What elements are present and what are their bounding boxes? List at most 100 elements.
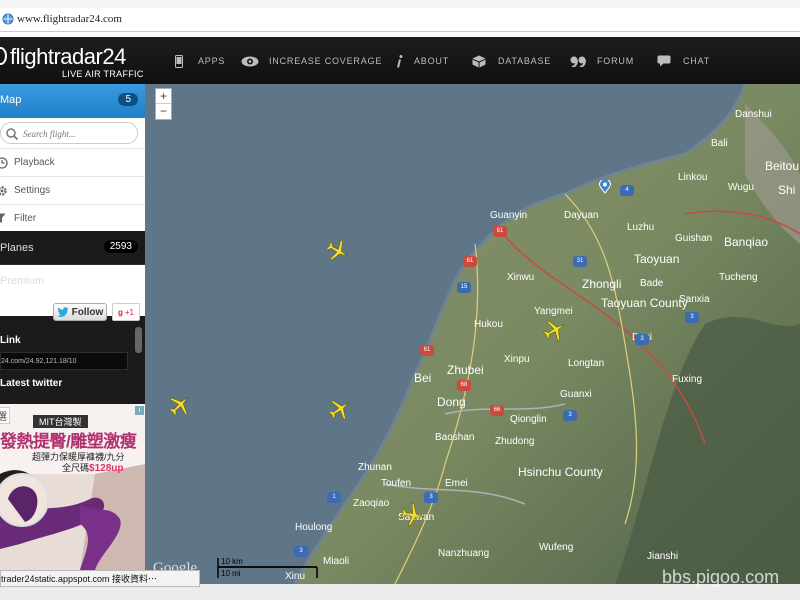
place-label: Guanxi [560,389,592,400]
watermark: bbs.pigoo.com [662,567,780,587]
plane-icon[interactable] [167,392,193,418]
sidebar-item-planes[interactable]: Planes 2593 [0,231,145,264]
search-icon [6,128,19,141]
nav-about-label: ABOUT [414,56,450,66]
place-label: Wugu [728,182,754,193]
address-url[interactable]: www.flightradar24.com [17,13,122,25]
road-shield: 15 [457,282,471,293]
sidebar-map-tab[interactable]: Map 5 [0,84,145,118]
map-count-badge: 5 [118,93,138,106]
place-label: Emei [445,478,468,489]
link-field[interactable]: 24.com/24.92,121.18/10 [0,352,128,370]
plane-icon[interactable] [325,238,351,264]
road-shield: 4 [620,185,634,196]
ad-price-prefix: 全尺碼 [62,463,90,473]
place-label: Yangmei [534,306,573,317]
road-shield: 3 [563,410,577,421]
clock-icon [0,156,10,169]
place-label: Beitou [765,159,799,173]
nav-increase-coverage[interactable]: INCREASE COVERAGE [241,51,382,71]
place-label: Taoyuan [634,252,679,266]
sidebar-item-playback[interactable]: Playback [0,148,145,176]
nav-increase-coverage-label: INCREASE COVERAGE [269,56,383,66]
phone-icon [170,54,188,68]
map-view[interactable]: Danshui Bali Beitou Linkou Wugu Shi Guan… [145,84,800,584]
road-shield: 61 [463,256,477,267]
search-box[interactable] [0,122,138,144]
place-label: Sanxia [679,294,710,305]
logo[interactable]: flightradar24 LIVE AIR TRAFFIC [0,44,145,79]
google-plus-button[interactable]: g +1 [112,303,140,321]
logo-ring-icon [0,47,7,65]
scale-km: 10 km [221,557,243,566]
database-icon [470,54,488,68]
nav-apps-label: APPS [198,56,226,66]
chat-bubble-icon [655,54,673,68]
place-label: Bei [414,371,431,385]
plane-icon[interactable] [400,502,426,528]
plane-icon[interactable] [542,317,568,343]
road-shield: 31 [573,256,587,267]
place-label: Tucheng [719,272,758,283]
scale-mi: 10 mi [221,569,241,578]
sidebar-scrollbar[interactable] [135,327,142,353]
place-label: Xinwu [507,272,534,283]
nav-apps[interactable]: APPS [170,51,225,71]
nav-chat[interactable]: CHAT [655,51,710,71]
ad-price: 全尺碼$128up [62,461,123,474]
nav-database[interactable]: DATABASE [470,51,551,71]
gplus-label: +1 [124,307,134,317]
plane-icon[interactable] [327,396,353,422]
address-bar[interactable]: www.flightradar24.com [0,8,800,32]
sidebar-item-settings[interactable]: Settings [0,176,145,204]
search-input[interactable] [23,126,131,141]
playback-label: Playback [14,157,55,168]
twitter-follow-button[interactable]: Follow [53,303,107,321]
place-label: Hsinchu County [518,465,603,479]
nav-forum-label: FORUM [597,56,634,66]
ad-headline: 發熱提臀/雕塑激瘦 [0,432,137,451]
map-tab-label: Map [0,94,22,106]
place-label: Guanyin [490,210,527,221]
place-label: Houlong [295,522,332,533]
place-label: Jianshi [647,551,678,562]
filter-icon [0,213,10,224]
place-label: Zaoqiao [353,498,390,509]
nav-about[interactable]: ABOUT [396,51,449,71]
road-shield: 1 [327,492,341,503]
place-label: Zhudong [495,436,534,447]
place-label: Banqiao [724,235,768,249]
place-label: Dong [437,395,466,409]
sidebar-item-premium[interactable]: Premium [0,264,145,297]
place-label: Toufen [381,478,411,489]
road-shield: 68 [457,380,471,391]
browser-top-strip [0,0,800,8]
gear-icon [0,185,10,197]
logo-name: flightradar24 [10,44,126,69]
planes-count-badge: 2593 [103,240,138,253]
location-pin-icon[interactable] [599,180,611,194]
place-label: Zhongli [582,277,621,291]
road-shield: 3 [635,334,649,345]
logo-tagline: LIVE AIR TRAFFIC [62,69,144,79]
advertisement[interactable]: 選 MIT台灣製 i 發熱提臀/雕塑激瘦 超彈力保暖厚褲襪/九分 全尺碼$128… [0,404,145,570]
zoom-control: + − [155,88,172,120]
nav-forum[interactable]: FORUM [569,51,634,71]
place-label: Qionglin [510,414,547,425]
road-shield: 61 [493,226,507,237]
nav-database-label: DATABASE [498,56,552,66]
zoom-in-button[interactable]: + [156,89,171,104]
place-label: Zhunan [358,462,392,473]
place-label: Hukou [474,319,503,330]
zoom-out-button[interactable]: − [156,104,171,119]
road-shield: 3 [685,312,699,323]
eye-icon [241,54,259,68]
premium-label: Premium [0,275,45,287]
site-header: flightradar24 LIVE AIR TRAFFIC APPS INCR… [0,37,800,84]
place-label: Linkou [678,172,707,183]
social-buttons: Follow g +1 [0,298,145,326]
ad-info-icon[interactable]: i [135,406,144,415]
sidebar-item-filter[interactable]: Filter [0,204,145,232]
place-label: Danshui [735,109,772,120]
place-label: Luzhu [627,222,654,233]
